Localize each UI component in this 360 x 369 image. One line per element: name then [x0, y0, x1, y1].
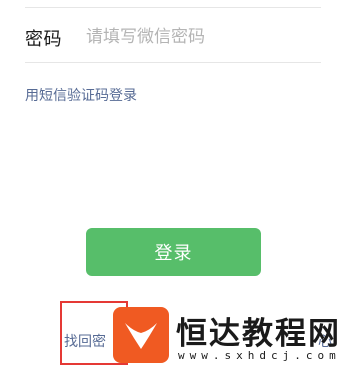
login-button[interactable]: 登录: [86, 228, 261, 276]
sms-login-link[interactable]: 用短信验证码登录: [25, 85, 137, 105]
password-divider: [25, 62, 321, 63]
watermark-title: 恒达教程网: [176, 316, 341, 352]
login-page: 密码 用短信验证码登录 登录 找回密 心 恒达教程网 www.sxhdcj.co…: [0, 0, 360, 369]
watermark-logo-icon: [113, 307, 169, 363]
password-input[interactable]: [86, 22, 320, 52]
password-label: 密码: [25, 29, 62, 50]
top-divider: [25, 7, 321, 8]
watermark-url: www.sxhdcj.com: [178, 349, 341, 362]
